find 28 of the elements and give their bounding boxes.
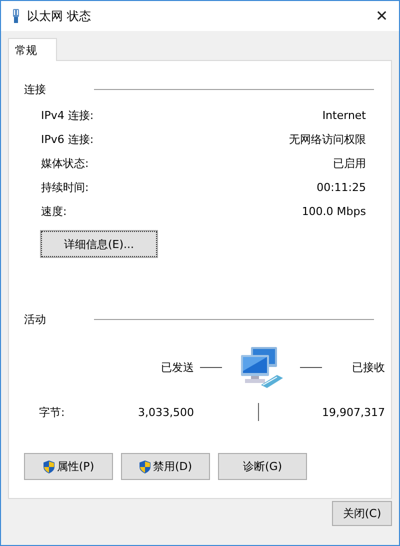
field-label: 速度: <box>41 204 67 218</box>
action-button[interactable]: 禁用(D) <box>121 453 210 480</box>
field-value: Internet <box>322 108 366 122</box>
ethernet-plug-icon <box>11 8 21 24</box>
close-dialog-button[interactable]: 关闭(C) <box>332 501 392 526</box>
field-value: 00:11:25 <box>316 180 366 194</box>
action-button[interactable]: 诊断(G) <box>218 453 307 480</box>
shield-icon <box>138 460 151 474</box>
field-value: 已启用 <box>333 156 366 170</box>
field-value: 无网络访问权限 <box>289 132 366 146</box>
section-heading: 活动 <box>24 312 47 327</box>
details-button[interactable]: 详细信息(E)... <box>41 231 157 257</box>
action-button[interactable]: 属性(P) <box>24 453 113 480</box>
received-label: 已接收 <box>350 360 385 374</box>
bytes-received: 19,907,317 <box>322 406 385 418</box>
section-heading: 连接 <box>24 82 47 97</box>
sent-label: 已发送 <box>160 360 194 374</box>
bytes-label: 字节: <box>39 404 66 420</box>
field-label: 持续时间: <box>41 180 89 194</box>
field-label: 媒体状态: <box>41 156 89 170</box>
field-value: 100.0 Mbps <box>302 204 366 218</box>
bytes-sent: 3,033,500 <box>137 406 194 418</box>
tab[interactable]: 常规 <box>8 38 57 61</box>
shield-icon <box>42 460 55 474</box>
field-label: IPv4 连接: <box>41 108 94 122</box>
window-title: 以太网 状态 <box>27 8 92 24</box>
field-label: IPv6 连接: <box>41 132 94 146</box>
close-button[interactable]: ✕ <box>365 2 399 30</box>
